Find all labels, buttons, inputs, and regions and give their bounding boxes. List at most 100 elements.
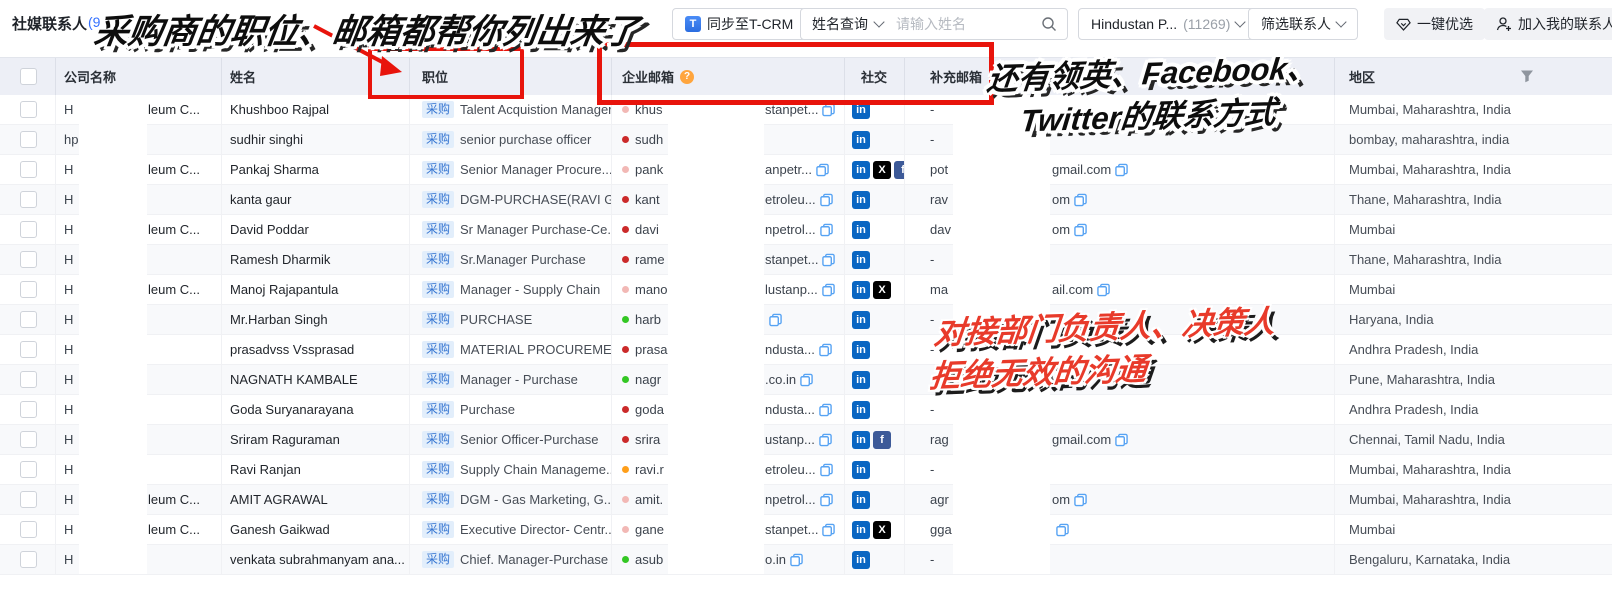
table-row[interactable]: HNAGNATH KAMBALE采购Manager - Purchasenagr… <box>0 365 1612 395</box>
row-checkbox[interactable] <box>20 281 37 298</box>
name-search-type-dropdown[interactable]: 姓名查询 <box>801 9 894 39</box>
copy-icon[interactable] <box>822 103 835 117</box>
company-filter-dropdown[interactable]: Hindustan P... (11269) <box>1078 8 1257 40</box>
table-row[interactable]: HRamesh Dharmik采购Sr.Manager Purchaserame… <box>0 245 1612 275</box>
copy-icon[interactable] <box>822 283 835 297</box>
table-row[interactable]: Hleum C...AMIT AGRAWAL采购DGM - Gas Market… <box>0 485 1612 515</box>
social-linkedin-icon[interactable]: in <box>852 191 870 209</box>
row-checkbox[interactable] <box>20 191 37 208</box>
row-checkbox[interactable] <box>20 221 37 238</box>
social-linkedin-icon[interactable]: in <box>852 221 870 239</box>
copy-icon[interactable] <box>1115 433 1128 447</box>
email-suffix: etroleu... <box>765 462 816 477</box>
search-icon[interactable] <box>1041 16 1057 32</box>
row-checkbox[interactable] <box>20 161 37 178</box>
copy-icon[interactable] <box>819 433 832 447</box>
table-row[interactable]: Hleum C...Khushboo Rajpal采购Talent Acquis… <box>0 95 1612 125</box>
social-linkedin-icon[interactable]: in <box>852 521 870 539</box>
social-cell: in <box>845 185 905 214</box>
social-linkedin-icon[interactable]: in <box>852 341 870 359</box>
censor-band-email <box>668 97 764 574</box>
copy-icon[interactable] <box>1097 283 1110 297</box>
copy-icon[interactable] <box>1074 223 1087 237</box>
company-name-prefix: H <box>64 432 73 447</box>
row-checkbox[interactable] <box>20 251 37 268</box>
social-linkedin-icon[interactable]: in <box>852 251 870 269</box>
table-row[interactable]: HSriram Raguraman采购Senior Officer-Purcha… <box>0 425 1612 455</box>
social-facebook-icon[interactable]: f <box>873 431 891 449</box>
copy-icon[interactable] <box>800 373 813 387</box>
email-suffix: stanpet... <box>765 252 818 267</box>
table-row[interactable]: Hleum C...Pankaj Sharma采购Senior Manager … <box>0 155 1612 185</box>
email-prefix: nagr <box>635 372 661 387</box>
row-checkbox[interactable] <box>20 491 37 508</box>
copy-icon[interactable] <box>1074 193 1087 207</box>
contact-name: Khushboo Rajpal <box>222 95 410 124</box>
social-linkedin-icon[interactable]: in <box>852 401 870 419</box>
copy-icon[interactable] <box>820 193 833 207</box>
email-prefix: asub <box>635 552 663 567</box>
table-row[interactable]: HRavi Ranjan采购Supply Chain Manageme...ra… <box>0 455 1612 485</box>
job-title-cell: 采购Manager - Purchase <box>410 365 612 394</box>
social-linkedin-icon[interactable]: in <box>852 281 870 299</box>
social-linkedin-icon[interactable]: in <box>852 311 870 329</box>
copy-icon[interactable] <box>819 343 832 357</box>
company-name-prefix: H <box>64 342 73 357</box>
row-checkbox[interactable] <box>20 311 37 328</box>
table-row[interactable]: Hleum C...Ganesh Gaikwad采购Executive Dire… <box>0 515 1612 545</box>
row-checkbox[interactable] <box>20 521 37 538</box>
contact-name: AMIT AGRAWAL <box>222 485 410 514</box>
social-linkedin-icon[interactable]: in <box>852 161 870 179</box>
sync-to-tcrm-button[interactable]: T 同步至T-CRM <box>672 8 806 40</box>
social-facebook-icon[interactable]: f <box>894 161 905 179</box>
copy-icon[interactable] <box>820 493 833 507</box>
filter-funnel-icon[interactable] <box>1520 69 1534 83</box>
table-row[interactable]: HGoda Suryanarayana采购Purchasegodandusta.… <box>0 395 1612 425</box>
social-linkedin-icon[interactable]: in <box>852 491 870 509</box>
table-row[interactable]: Hprasadvss Vssprasad采购MATERIAL PROCUREME… <box>0 335 1612 365</box>
company-name-suffix: leum C... <box>148 155 200 184</box>
copy-icon[interactable] <box>820 463 833 477</box>
row-checkbox[interactable] <box>20 461 37 478</box>
table-row[interactable]: HMr.Harban Singh采购PURCHASEharbin-Haryana… <box>0 305 1612 335</box>
social-cell: inXf <box>845 155 905 184</box>
help-icon[interactable]: ? <box>680 70 694 84</box>
table-row[interactable]: Hkanta gaur采购DGM-PURCHASE(RAVI G...kante… <box>0 185 1612 215</box>
row-checkbox[interactable] <box>20 131 37 148</box>
table-row[interactable]: Hleum C...Manoj Rajapantula采购Manager - S… <box>0 275 1612 305</box>
row-checkbox[interactable] <box>20 371 37 388</box>
copy-icon[interactable] <box>822 523 835 537</box>
table-row[interactable]: hpsudhir singhi采购senior purchase officer… <box>0 125 1612 155</box>
contacts-filter-dropdown[interactable]: 筛选联系人 <box>1248 8 1358 40</box>
copy-icon[interactable] <box>769 313 782 327</box>
copy-icon[interactable] <box>820 223 833 237</box>
copy-icon[interactable] <box>822 253 835 267</box>
social-linkedin-icon[interactable]: in <box>852 551 870 569</box>
social-linkedin-icon[interactable]: in <box>852 371 870 389</box>
social-linkedin-icon[interactable]: in <box>852 431 870 449</box>
row-checkbox[interactable] <box>20 341 37 358</box>
select-all-checkbox[interactable] <box>20 68 37 85</box>
table-row[interactable]: Hleum C...David Poddar采购Sr Manager Purch… <box>0 215 1612 245</box>
social-x-icon[interactable]: X <box>873 281 891 299</box>
email-prefix: kant <box>635 192 660 207</box>
social-x-icon[interactable]: X <box>873 521 891 539</box>
copy-icon[interactable] <box>1056 523 1069 537</box>
copy-icon[interactable] <box>816 163 829 177</box>
copy-icon[interactable] <box>819 403 832 417</box>
one-click-optimize-button[interactable]: 一键优选 <box>1384 8 1485 40</box>
copy-icon[interactable] <box>1074 493 1087 507</box>
row-checkbox[interactable] <box>20 551 37 568</box>
row-checkbox[interactable] <box>20 101 37 118</box>
copy-icon[interactable] <box>790 553 803 567</box>
social-linkedin-icon[interactable]: in <box>852 461 870 479</box>
social-linkedin-icon[interactable]: in <box>852 131 870 149</box>
social-linkedin-icon[interactable]: in <box>852 101 870 119</box>
add-to-my-contacts-button[interactable]: 加入我的联系人 <box>1484 8 1612 40</box>
copy-icon[interactable] <box>1115 163 1128 177</box>
row-checkbox[interactable] <box>20 401 37 418</box>
social-x-icon[interactable]: X <box>873 161 891 179</box>
row-checkbox[interactable] <box>20 431 37 448</box>
name-search-input[interactable] <box>894 15 1041 33</box>
table-row[interactable]: Hvenkata subrahmanyam ana...采购Chief. Man… <box>0 545 1612 575</box>
